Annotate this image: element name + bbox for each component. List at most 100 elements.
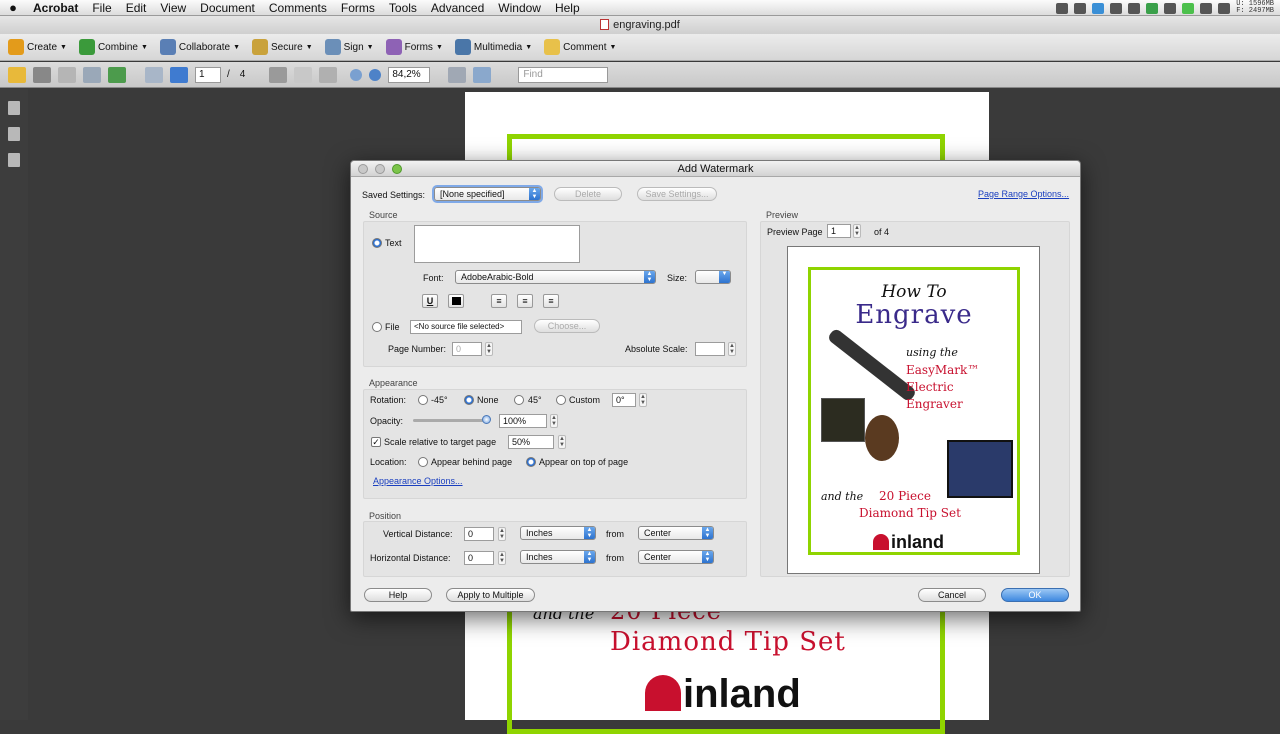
previous-page-icon[interactable] bbox=[145, 66, 163, 83]
forms-button[interactable]: Forms ▼ bbox=[385, 39, 443, 55]
vertical-distance-input[interactable]: 0 bbox=[464, 527, 494, 541]
opacity-input[interactable]: 100% bbox=[499, 414, 547, 428]
dropbox-icon[interactable] bbox=[1164, 2, 1177, 14]
custom-rotation-input[interactable]: 0° bbox=[612, 393, 636, 407]
create-button[interactable]: Create ▼ bbox=[8, 39, 67, 55]
horizontal-from-select[interactable]: Center ▲ ▼ bbox=[638, 550, 714, 564]
rotation-45-radio[interactable] bbox=[514, 395, 524, 405]
scale-stepper[interactable]: ▲ ▼ bbox=[558, 435, 566, 449]
page-number-input[interactable]: 0 bbox=[452, 342, 482, 356]
menu-help[interactable]: Help bbox=[548, 1, 587, 15]
choose-button[interactable]: Choose... bbox=[534, 319, 600, 333]
preview-page-input[interactable]: 1 bbox=[827, 224, 851, 238]
align-center-icon[interactable]: ≡ bbox=[517, 294, 533, 308]
opacity-stepper[interactable]: ▲ ▼ bbox=[550, 414, 558, 428]
cancel-button[interactable]: Cancel bbox=[918, 588, 986, 602]
horizontal-distance-input[interactable]: 0 bbox=[464, 551, 494, 565]
vertical-from-select[interactable]: Center ▲ ▼ bbox=[638, 526, 714, 540]
battery-icon[interactable] bbox=[1182, 2, 1195, 14]
apple-icon[interactable]: ● bbox=[0, 0, 26, 15]
custom-rotation-stepper[interactable]: ▲ ▼ bbox=[639, 393, 647, 407]
rotation-none-radio[interactable] bbox=[464, 395, 474, 405]
location-behind-radio[interactable] bbox=[418, 457, 428, 467]
appearance-options-link[interactable]: Appearance Options... bbox=[373, 476, 463, 486]
menu-advanced[interactable]: Advanced bbox=[424, 1, 491, 15]
menu-view[interactable]: View bbox=[153, 1, 193, 15]
next-page-icon[interactable] bbox=[170, 66, 188, 83]
menu-acrobat[interactable]: Acrobat bbox=[26, 1, 85, 15]
underline-button[interactable]: U bbox=[422, 294, 438, 308]
menu-tools[interactable]: Tools bbox=[382, 1, 424, 15]
menu-file[interactable]: File bbox=[85, 1, 118, 15]
secure-button[interactable]: Secure ▼ bbox=[252, 39, 313, 55]
absolute-scale-input[interactable] bbox=[695, 342, 725, 356]
zoom-tool-icon[interactable] bbox=[319, 66, 338, 83]
combine-button[interactable]: Combine ▼ bbox=[78, 39, 148, 55]
print-icon[interactable] bbox=[33, 66, 51, 83]
camera-icon[interactable] bbox=[1056, 2, 1069, 14]
vertical-distance-stepper[interactable]: ▲ ▼ bbox=[498, 527, 506, 541]
signatures-panel-icon[interactable] bbox=[8, 153, 20, 167]
opacity-slider[interactable] bbox=[413, 419, 487, 422]
full-screen-icon[interactable] bbox=[473, 66, 492, 83]
menu-edit[interactable]: Edit bbox=[119, 1, 154, 15]
page-number-field[interactable]: 1 bbox=[195, 66, 221, 83]
menu-forms[interactable]: Forms bbox=[334, 1, 382, 15]
select-tool-icon[interactable] bbox=[269, 66, 288, 83]
opacity-slider-handle[interactable] bbox=[482, 415, 491, 424]
x-icon[interactable] bbox=[1110, 2, 1123, 14]
pages-panel-icon[interactable] bbox=[8, 101, 20, 115]
preview-page-stepper[interactable]: ▲ ▼ bbox=[853, 224, 861, 238]
sync-icon[interactable] bbox=[1146, 2, 1159, 14]
zoom-window-icon[interactable] bbox=[392, 164, 402, 174]
menu-document[interactable]: Document bbox=[193, 1, 262, 15]
help-button[interactable]: Help bbox=[364, 588, 432, 602]
scale-input[interactable]: 50% bbox=[508, 435, 554, 449]
location-top-radio[interactable] bbox=[526, 457, 536, 467]
ok-button[interactable]: OK bbox=[1001, 588, 1069, 602]
skype-icon[interactable] bbox=[1092, 2, 1105, 14]
web-icon[interactable] bbox=[108, 66, 126, 83]
page-range-options-link[interactable]: Page Range Options... bbox=[978, 189, 1069, 199]
wifi-icon[interactable] bbox=[1218, 2, 1231, 14]
rotation-neg45-radio[interactable] bbox=[418, 395, 428, 405]
fit-page-icon[interactable] bbox=[448, 66, 467, 83]
zoom-out-icon[interactable] bbox=[350, 68, 363, 81]
zoom-in-icon[interactable] bbox=[369, 68, 382, 81]
email-icon[interactable] bbox=[83, 66, 101, 83]
delete-button[interactable]: Delete bbox=[554, 187, 622, 201]
align-left-icon[interactable]: ≡ bbox=[491, 294, 507, 308]
sign-button[interactable]: Sign ▼ bbox=[324, 39, 374, 55]
source-text-radio[interactable] bbox=[372, 238, 382, 248]
text-color-button[interactable] bbox=[448, 294, 464, 308]
absolute-scale-stepper[interactable]: ▲ ▼ bbox=[728, 342, 736, 356]
saved-settings-select[interactable]: [None specified] ▲ ▼ bbox=[434, 187, 541, 201]
menu-comments[interactable]: Comments bbox=[262, 1, 334, 15]
attachments-panel-icon[interactable] bbox=[8, 127, 20, 141]
gear-icon[interactable] bbox=[1074, 2, 1087, 14]
size-select[interactable]: ▼ bbox=[695, 270, 731, 284]
vertical-unit-select[interactable]: Inches ▲ ▼ bbox=[520, 526, 596, 540]
source-file-radio[interactable] bbox=[372, 322, 382, 332]
menu-window[interactable]: Window bbox=[491, 1, 548, 15]
scale-relative-checkbox[interactable]: ✓ bbox=[371, 437, 381, 447]
save-settings-button[interactable]: Save Settings... bbox=[637, 187, 717, 201]
font-select[interactable]: AdobeArabic-Bold ▲ ▼ bbox=[455, 270, 656, 284]
bluetooth-icon[interactable] bbox=[1200, 2, 1213, 14]
apply-to-multiple-button[interactable]: Apply to Multiple bbox=[446, 588, 535, 602]
comment-button[interactable]: Comment ▼ bbox=[544, 39, 616, 55]
zoom-field[interactable]: 84,2% bbox=[388, 66, 431, 83]
collaborate-button[interactable]: Collaborate ▼ bbox=[159, 39, 240, 55]
align-right-icon[interactable]: ≡ bbox=[543, 294, 559, 308]
rotation-custom-radio[interactable] bbox=[556, 395, 566, 405]
watermark-text-input[interactable] bbox=[414, 225, 580, 263]
open-folder-icon[interactable] bbox=[8, 66, 26, 83]
page-number-stepper[interactable]: ▲ ▼ bbox=[485, 342, 493, 356]
close-window-icon[interactable] bbox=[358, 164, 368, 174]
display-icon[interactable] bbox=[1128, 2, 1141, 14]
find-input[interactable]: Find bbox=[518, 66, 609, 83]
save-icon[interactable] bbox=[58, 66, 76, 83]
horizontal-distance-stepper[interactable]: ▲ ▼ bbox=[498, 551, 506, 565]
hand-tool-icon[interactable] bbox=[294, 66, 313, 83]
multimedia-button[interactable]: Multimedia ▼ bbox=[454, 39, 532, 55]
